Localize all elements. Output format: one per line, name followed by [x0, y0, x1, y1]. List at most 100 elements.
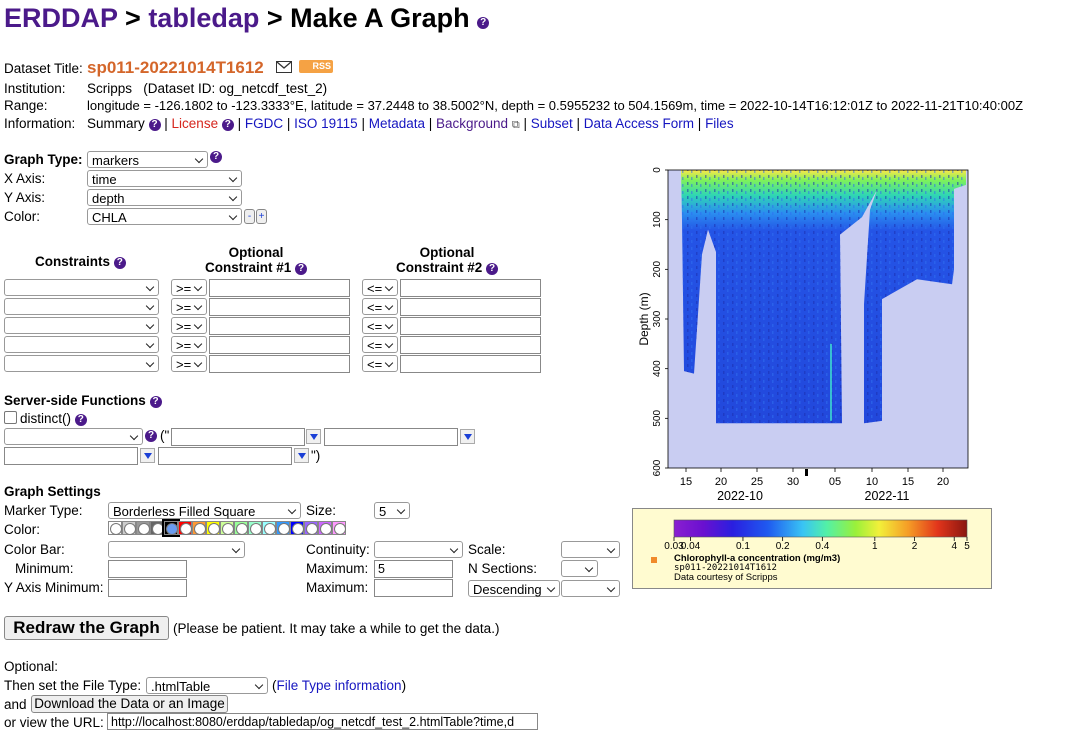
distinct-checkbox[interactable] — [4, 411, 17, 424]
function-arg-2[interactable] — [324, 428, 458, 446]
download-button[interactable]: Download the Data or an Image — [31, 695, 228, 713]
constraint-2-operator[interactable]: <= — [362, 355, 398, 372]
marker-color-swatch[interactable] — [162, 519, 180, 537]
marker-color-swatch[interactable] — [178, 521, 192, 535]
help-icon[interactable]: ? — [145, 430, 157, 442]
constraint-2-operator[interactable]: <= — [362, 298, 398, 315]
constraint-1-operator[interactable]: >= — [171, 317, 207, 334]
constraint-variable-select[interactable] — [4, 317, 159, 334]
constraint-1-value[interactable] — [209, 355, 350, 373]
constraint-2-value[interactable] — [400, 317, 541, 335]
y-min-input[interactable] — [108, 579, 187, 597]
function-arg-3[interactable] — [4, 447, 138, 465]
constraint-1-operator[interactable]: >= — [171, 279, 207, 296]
function-arg-4[interactable] — [158, 447, 292, 465]
constraint-1-value[interactable] — [209, 279, 350, 297]
help-icon[interactable]: ? — [149, 396, 162, 408]
function-arg-4-dropdown[interactable] — [294, 448, 309, 463]
server-functions-title: Server-side Functions ? — [4, 393, 162, 408]
constraint-2-operator[interactable]: <= — [362, 279, 398, 296]
help-icon[interactable]: ? — [221, 119, 234, 131]
constraint-1-operator[interactable]: >= — [171, 355, 207, 372]
continuity-select[interactable] — [374, 541, 463, 558]
constraint-variable-select[interactable] — [4, 336, 159, 353]
function-select[interactable] — [4, 428, 143, 445]
crumb-erddap[interactable]: ERDDAP — [4, 3, 118, 33]
function-arg-1[interactable] — [171, 428, 305, 446]
iso-link[interactable]: ISO 19115 — [294, 116, 358, 131]
help-icon[interactable]: ? — [486, 263, 499, 275]
help-icon[interactable]: ? — [210, 151, 222, 163]
graph-type-select[interactable]: markers — [87, 151, 208, 168]
color-min-input[interactable] — [108, 560, 187, 578]
summary-link[interactable]: Summary — [87, 116, 145, 131]
color-plus-button[interactable]: + — [256, 209, 267, 224]
crumb-tabledap[interactable]: tabledap — [148, 3, 259, 33]
marker-color-swatch[interactable] — [332, 521, 346, 535]
marker-color-swatch[interactable] — [290, 521, 304, 535]
license-link[interactable]: License — [172, 116, 219, 131]
x-axis-select[interactable]: time — [87, 170, 242, 187]
color-minus-button[interactable]: - — [244, 209, 255, 224]
constraint-variable-select[interactable] — [4, 298, 159, 315]
constraint-2-operator[interactable]: <= — [362, 336, 398, 353]
redraw-graph-button[interactable]: Redraw the Graph — [4, 616, 169, 640]
metadata-link[interactable]: Metadata — [369, 116, 425, 131]
constraint-2-operator[interactable]: <= — [362, 317, 398, 334]
color-max-input[interactable]: 5 — [374, 560, 453, 578]
subset-link[interactable]: Subset — [531, 116, 573, 131]
y-axis-select[interactable]: depth — [87, 189, 242, 206]
constraint-variable-select[interactable] — [4, 355, 159, 372]
constraint-variable-select[interactable] — [4, 279, 159, 296]
files-link[interactable]: Files — [705, 116, 734, 131]
color-select[interactable]: CHLA — [87, 208, 242, 225]
fgdc-link[interactable]: FGDC — [245, 116, 283, 131]
help-icon[interactable]: ? — [148, 119, 161, 131]
marker-color-swatch[interactable] — [262, 521, 276, 535]
help-icon[interactable]: ? — [295, 263, 308, 275]
help-icon[interactable]: ? — [113, 257, 126, 269]
marker-color-swatch[interactable] — [206, 521, 220, 535]
color-bar-select[interactable] — [108, 541, 245, 558]
scale-select[interactable] — [561, 541, 620, 558]
constraint-1-operator[interactable]: >= — [171, 298, 207, 315]
rss-icon[interactable]: RSS — [299, 60, 333, 73]
url-input[interactable]: http://localhost:8080/erddap/tabledap/og… — [107, 713, 538, 730]
marker-color-swatch[interactable] — [304, 521, 318, 535]
marker-color-swatch[interactable] — [150, 521, 164, 535]
marker-color-swatch[interactable] — [220, 521, 234, 535]
file-type-info-link[interactable]: File Type information — [277, 678, 402, 693]
constraint-2-value[interactable] — [400, 355, 541, 373]
size-select[interactable]: 5 — [374, 502, 410, 519]
constraint-1-operator[interactable]: >= — [171, 336, 207, 353]
data-access-link[interactable]: Data Access Form — [584, 116, 694, 131]
help-icon[interactable]: ? — [477, 17, 490, 29]
marker-color-swatch[interactable] — [276, 521, 290, 535]
file-type-select[interactable]: .htmlTable — [146, 677, 268, 694]
marker-color-swatch[interactable] — [248, 521, 262, 535]
marker-color-swatch[interactable] — [108, 521, 122, 535]
constraint-2-value[interactable] — [400, 336, 541, 354]
marker-color-swatch[interactable] — [122, 521, 136, 535]
constraint-2-value[interactable] — [400, 279, 541, 297]
marker-color-swatch[interactable] — [318, 521, 332, 535]
function-arg-2-dropdown[interactable] — [460, 429, 475, 444]
function-arg-3-dropdown[interactable] — [140, 448, 155, 463]
constraint-2-value[interactable] — [400, 298, 541, 316]
marker-type-select[interactable]: Borderless Filled Square — [108, 502, 301, 519]
y-max-input[interactable] — [374, 579, 453, 597]
y-scale-select[interactable] — [561, 580, 620, 597]
y-order-select[interactable]: Descending — [468, 580, 560, 597]
n-sections-select[interactable] — [561, 560, 598, 577]
background-link[interactable]: Background — [436, 116, 508, 131]
marker-color-swatch[interactable] — [234, 521, 248, 535]
constraint-1-value[interactable] — [209, 317, 350, 335]
page-header: ERDDAP > tabledap > Make A Graph ? — [4, 3, 490, 34]
help-icon[interactable]: ? — [74, 414, 87, 426]
function-arg-1-dropdown[interactable] — [306, 429, 321, 444]
marker-color-swatch[interactable] — [136, 521, 150, 535]
constraint-1-value[interactable] — [209, 298, 350, 316]
email-icon[interactable] — [276, 61, 292, 73]
marker-color-swatch[interactable] — [192, 521, 206, 535]
constraint-1-value[interactable] — [209, 336, 350, 354]
